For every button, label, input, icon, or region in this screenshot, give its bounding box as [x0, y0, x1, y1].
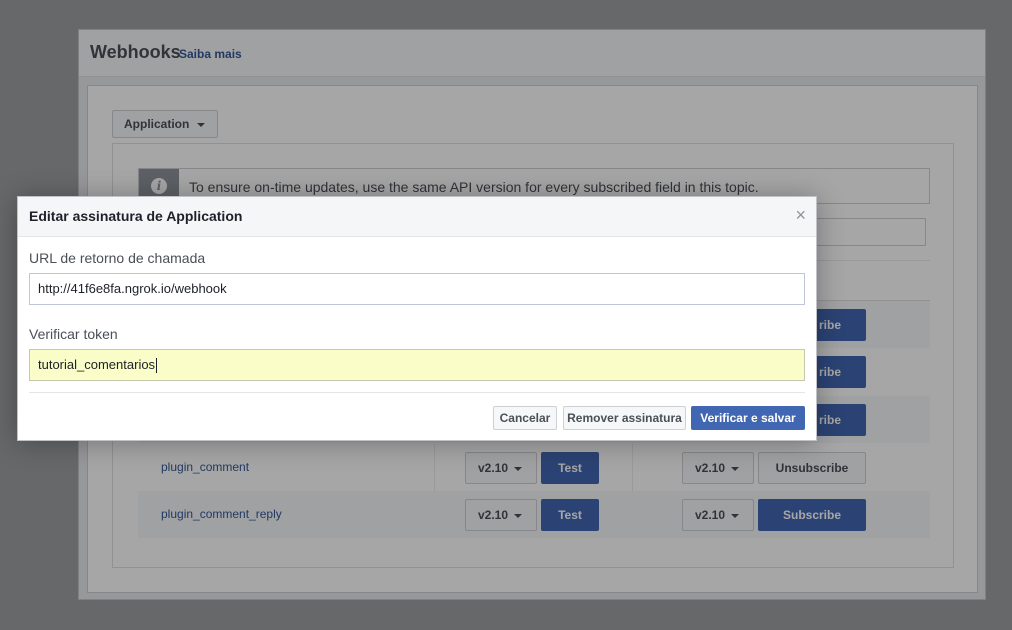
close-icon[interactable]: ×: [795, 206, 806, 224]
dialog-title: Editar assinatura de Application: [29, 208, 243, 224]
text-cursor: [156, 358, 158, 374]
dialog-header: Editar assinatura de Application ×: [18, 197, 816, 237]
verify-token-input[interactable]: tutorial_comentarios: [29, 349, 805, 381]
remove-subscription-button[interactable]: Remover assinatura: [563, 406, 686, 430]
divider: [29, 392, 805, 393]
cancel-button[interactable]: Cancelar: [493, 406, 557, 430]
verify-token-label: Verificar token: [29, 326, 118, 342]
callback-url-input[interactable]: http://41f6e8fa.ngrok.io/webhook: [29, 273, 805, 305]
verify-and-save-button[interactable]: Verificar e salvar: [691, 406, 805, 430]
callback-url-label: URL de retorno de chamada: [29, 250, 206, 266]
edit-subscription-dialog: Editar assinatura de Application × URL d…: [17, 196, 817, 441]
